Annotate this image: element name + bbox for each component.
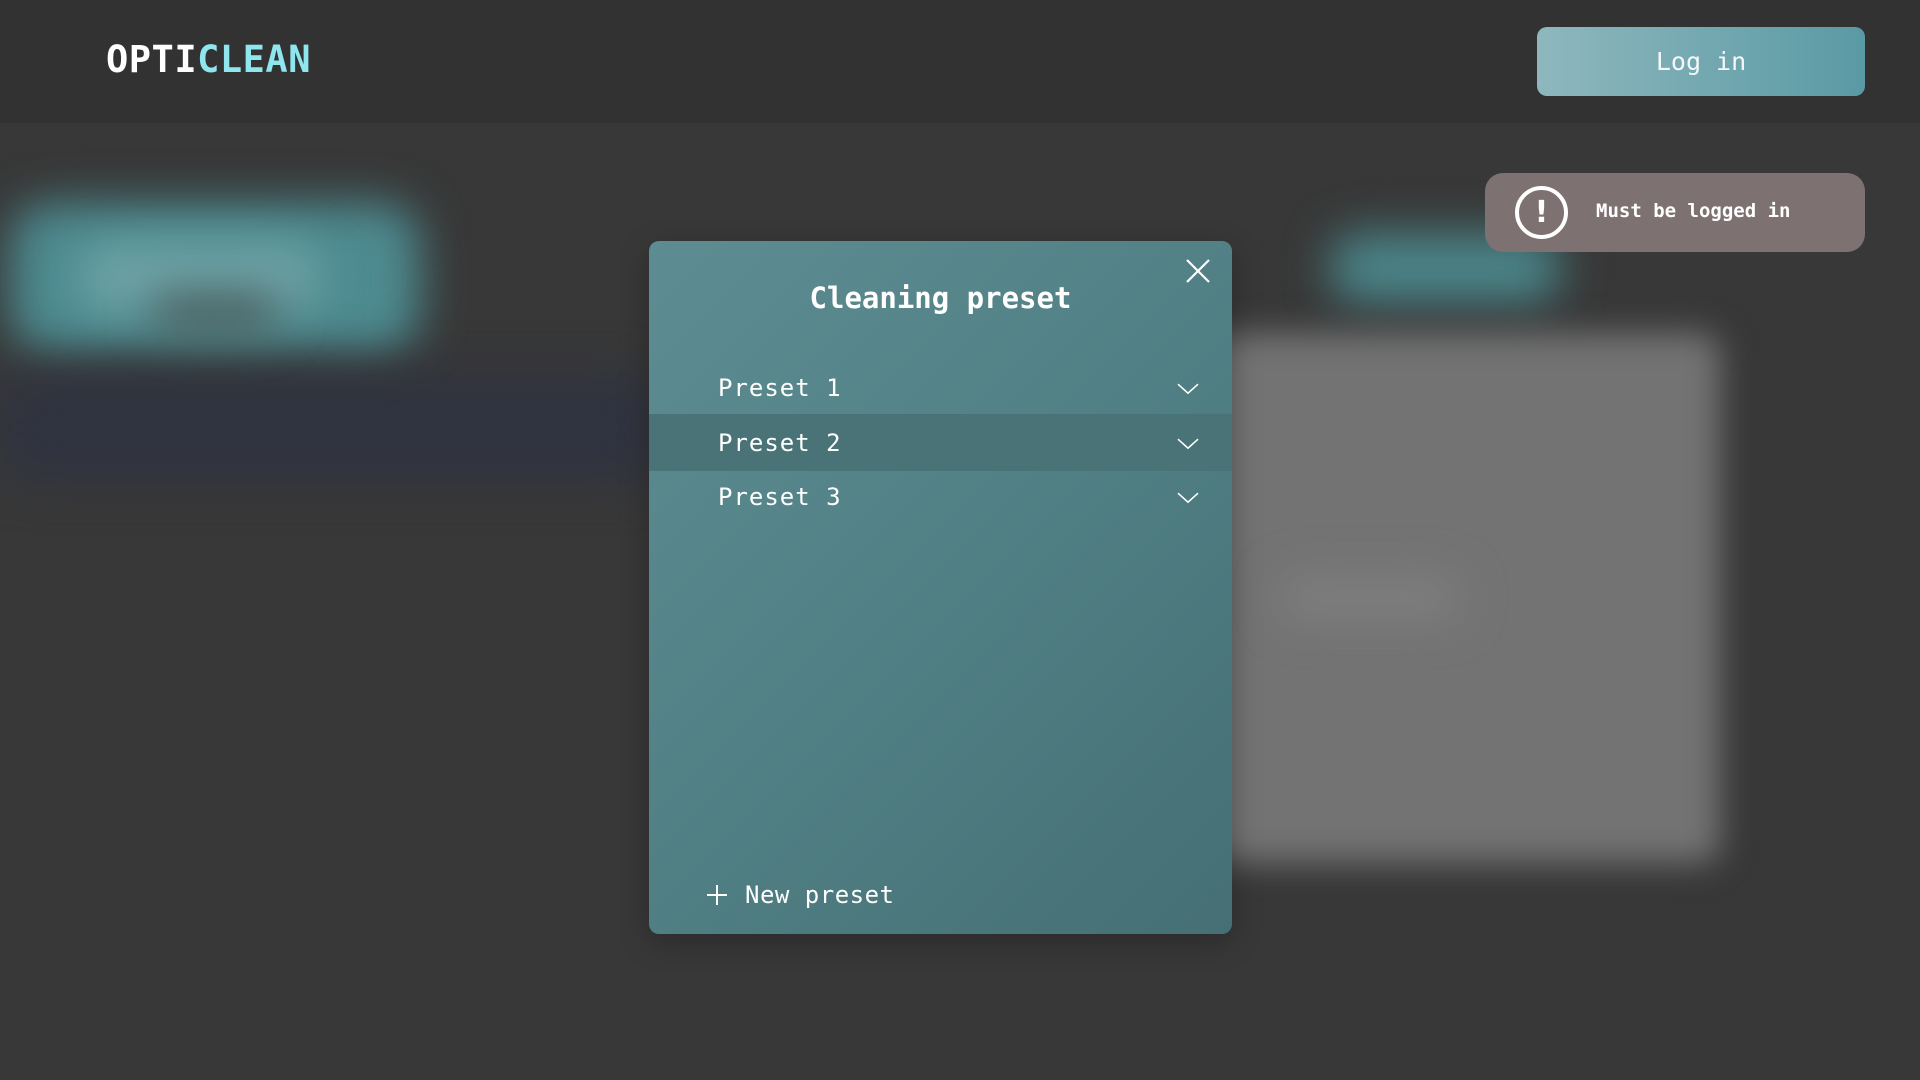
plus-icon [707,885,727,905]
top-bar: OPTICLEAN Log in [0,0,1920,123]
blurred-shape [150,293,280,333]
close-button[interactable] [1182,255,1214,287]
preset-label: Preset 2 [718,428,842,457]
preset-item-2[interactable]: Preset 2 [649,414,1232,471]
close-icon[interactable] [1182,255,1214,287]
preset-list: Preset 1 Preset 2 Preset 3 [649,362,1232,523]
chevron-down-icon[interactable] [1177,438,1199,450]
new-preset-label: New preset [745,881,895,909]
login-button[interactable]: Log in [1537,27,1865,96]
blurred-shape [0,373,660,483]
preset-item-3[interactable]: Preset 3 [649,471,1232,523]
chevron-down-icon[interactable] [1177,383,1199,395]
preset-label: Preset 3 [718,483,842,511]
login-required-toast: ! Must be logged in [1485,173,1865,252]
new-preset-button[interactable]: New preset [705,875,895,915]
preset-item-1[interactable]: Preset 1 [649,362,1232,414]
chevron-down-icon[interactable] [1177,492,1199,504]
exclamation-circle-icon: ! [1515,186,1568,239]
app-logo[interactable]: OPTICLEAN [106,38,311,81]
cleaning-preset-dialog: Cleaning preset Preset 1 Preset 2 Preset… [649,241,1232,934]
toast-message: Must be logged in [1596,200,1791,222]
dialog-title: Cleaning preset [809,281,1072,315]
preset-label: Preset 1 [718,374,842,402]
logo-text-opti: OPTI [106,38,198,81]
logo-text-clean: CLEAN [197,38,311,81]
blurred-shape [1280,578,1460,618]
